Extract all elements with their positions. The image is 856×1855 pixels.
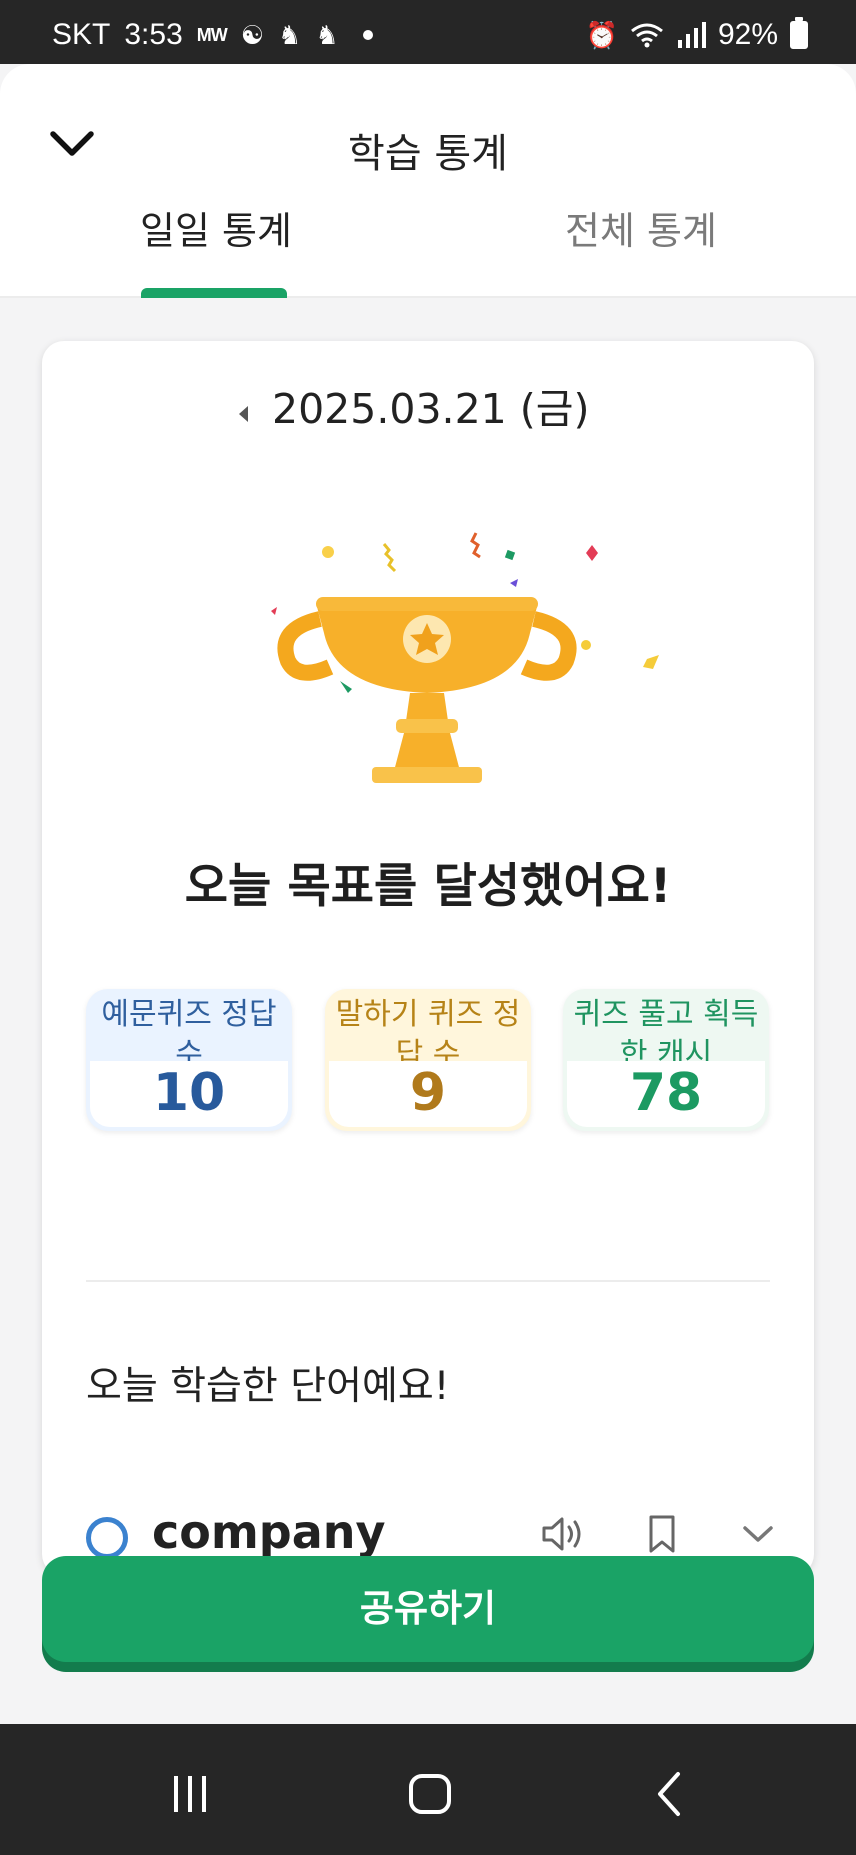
circle-icon[interactable] [86, 1517, 128, 1559]
tab-total-stats[interactable]: 전체 통계 [520, 212, 762, 294]
home-button[interactable] [400, 1764, 460, 1824]
back-icon [658, 1772, 680, 1816]
header: 학습 통계 일일 통계 전체 통계 [0, 64, 856, 298]
stat-value: 9 [409, 1063, 447, 1123]
stat-speaking-quiz: 말하기 퀴즈 정답 수 9 [325, 989, 531, 1131]
trophy-icon [271, 532, 659, 783]
statistics-sheet: 학습 통계 일일 통계 전체 통계 2025.03.21 (금) 오늘 목표를 … [0, 64, 856, 1724]
active-tab-indicator [141, 288, 287, 298]
bookmark-icon [649, 1515, 675, 1553]
recents-icon [174, 1776, 206, 1812]
date-label: 2025.03.21 (금) [272, 385, 590, 433]
more-notifications-dot [362, 30, 373, 40]
tab-daily-stats[interactable]: 일일 통계 [98, 212, 334, 294]
stat-label: 말하기 퀴즈 정답 수 [335, 997, 521, 1061]
trophy-illustration [192, 511, 662, 811]
daily-stats-card: 2025.03.21 (금) 오늘 목표를 달성했어요! 예문퀴즈 정답 수 1… [42, 341, 814, 1576]
stat-value: 10 [152, 1063, 226, 1123]
battery-percent: 92% [717, 18, 778, 51]
app-notification-mw: MW [196, 24, 228, 45]
status-bar: SKT 3:53 MW ☯ ♞ ♞ ⏰ 92% [0, 0, 856, 64]
system-nav-bar [0, 1724, 856, 1855]
bookmark-button[interactable] [634, 1509, 690, 1559]
status-left: SKT 3:53 MW ☯ ♞ ♞ [52, 18, 373, 52]
signal-icon [677, 22, 706, 48]
share-button[interactable]: 공유하기 [42, 1556, 814, 1662]
caret-left-icon [239, 406, 248, 422]
stat-example-quiz: 예문퀴즈 정답 수 10 [86, 989, 292, 1131]
learned-words-title: 오늘 학습한 단어예요! [86, 1364, 450, 1409]
goal-achieved-message: 오늘 목표를 달성했어요! [184, 859, 672, 914]
page-title: 학습 통계 [348, 131, 508, 177]
speaker-icon [542, 1517, 581, 1551]
word-text: company [152, 1505, 386, 1559]
carrier: SKT [52, 18, 111, 51]
app-notification-icon: ♞ [278, 19, 302, 50]
play-pronunciation-button[interactable] [536, 1509, 592, 1559]
stat-value-box: 9 [329, 1061, 527, 1127]
stat-value-box: 78 [567, 1061, 765, 1127]
stat-label: 퀴즈 풀고 획득한 캐시 [573, 997, 759, 1061]
stat-value: 78 [629, 1063, 703, 1123]
back-button[interactable] [640, 1764, 700, 1824]
wifi-icon [631, 23, 663, 48]
status-right: ⏰ 92% [585, 17, 808, 52]
chevron-down-icon [743, 1526, 773, 1542]
battery-icon [790, 17, 808, 49]
stat-value-box: 10 [90, 1061, 288, 1127]
app-notification-icon: ♞ [315, 19, 339, 50]
expand-word-button[interactable] [730, 1509, 786, 1559]
app-notification-icon: ☯ [240, 19, 265, 50]
stat-label: 예문퀴즈 정답 수 [101, 997, 277, 1061]
divider [86, 1280, 770, 1282]
previous-date-button[interactable] [228, 399, 258, 429]
stat-cash-earned: 퀴즈 풀고 획득한 캐시 78 [563, 989, 769, 1131]
alarm-icon: ⏰ [585, 19, 618, 50]
recents-button[interactable] [160, 1764, 220, 1824]
clock: 3:53 [124, 18, 183, 51]
home-icon [409, 1774, 451, 1814]
